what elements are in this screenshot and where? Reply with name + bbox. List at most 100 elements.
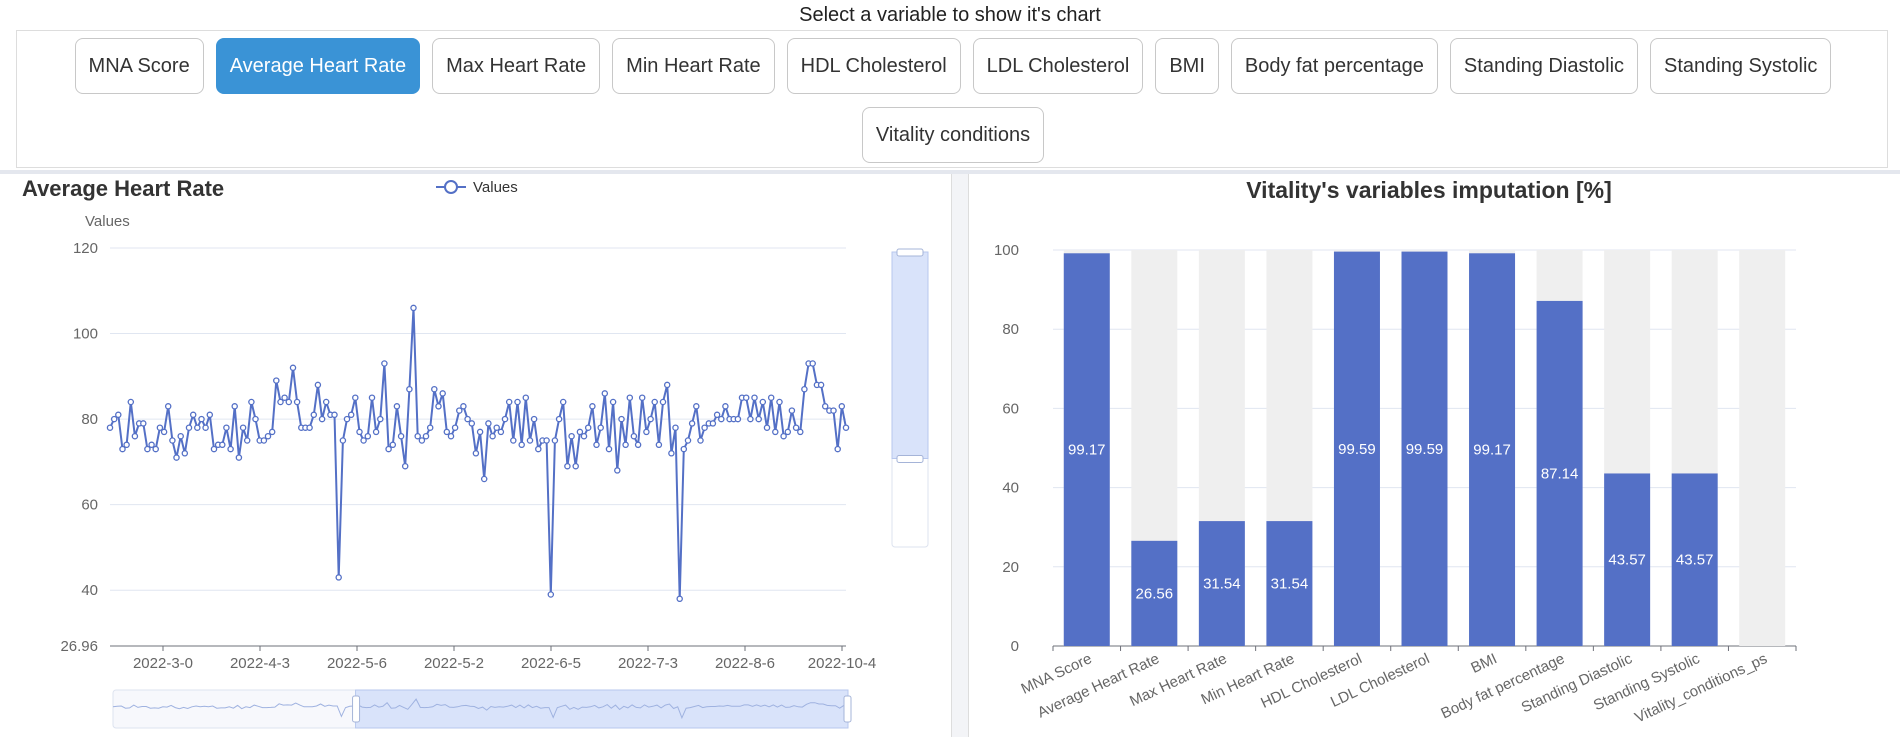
data-point[interactable] bbox=[418, 437, 426, 444]
horizontal-slider-handle-left[interactable] bbox=[352, 695, 361, 723]
data-point[interactable] bbox=[668, 450, 675, 457]
data-point[interactable] bbox=[618, 415, 625, 423]
data-point[interactable] bbox=[559, 398, 567, 406]
data-point[interactable] bbox=[140, 420, 147, 427]
data-point[interactable] bbox=[480, 475, 488, 483]
data-point[interactable] bbox=[638, 394, 646, 401]
data-point[interactable] bbox=[231, 403, 238, 410]
data-point[interactable] bbox=[684, 437, 692, 444]
data-point[interactable] bbox=[273, 377, 280, 384]
data-point[interactable] bbox=[426, 424, 434, 431]
data-point[interactable] bbox=[169, 437, 176, 444]
vertical-slider-handle-bottom[interactable] bbox=[896, 455, 924, 463]
horizontal-datazoom-slider[interactable] bbox=[112, 689, 852, 729]
data-point[interactable] bbox=[206, 411, 214, 419]
data-point[interactable] bbox=[468, 420, 476, 427]
data-point[interactable] bbox=[160, 428, 168, 436]
data-point[interactable] bbox=[364, 432, 372, 440]
data-point[interactable] bbox=[693, 403, 700, 410]
data-point[interactable] bbox=[605, 445, 613, 453]
data-point[interactable] bbox=[755, 415, 762, 423]
data-point[interactable] bbox=[622, 441, 629, 449]
vitality-conditions-button[interactable]: Vitality conditions bbox=[861, 107, 1045, 163]
data-point[interactable] bbox=[809, 360, 816, 367]
data-point[interactable] bbox=[772, 428, 779, 436]
data-point[interactable] bbox=[697, 437, 704, 444]
data-point[interactable] bbox=[356, 428, 363, 436]
data-point[interactable] bbox=[310, 411, 318, 419]
data-point[interactable] bbox=[401, 462, 409, 470]
data-point[interactable] bbox=[181, 450, 189, 457]
data-point[interactable] bbox=[497, 428, 505, 436]
data-point[interactable] bbox=[767, 394, 775, 401]
data-point[interactable] bbox=[643, 428, 650, 436]
data-point[interactable] bbox=[410, 304, 417, 312]
data-point[interactable] bbox=[485, 420, 492, 427]
data-point[interactable] bbox=[227, 445, 234, 453]
data-point[interactable] bbox=[838, 403, 846, 410]
data-point[interactable] bbox=[464, 415, 471, 423]
data-point[interactable] bbox=[277, 398, 284, 406]
data-point[interactable] bbox=[289, 364, 297, 372]
data-point[interactable] bbox=[688, 420, 696, 427]
data-point[interactable] bbox=[443, 428, 451, 436]
data-point[interactable] bbox=[601, 390, 609, 397]
mna-score-button[interactable]: MNA Score bbox=[74, 38, 204, 94]
data-point[interactable] bbox=[780, 432, 787, 440]
data-point[interactable] bbox=[156, 424, 164, 431]
data-point[interactable] bbox=[522, 394, 530, 401]
data-point[interactable] bbox=[360, 437, 367, 444]
data-point[interactable] bbox=[435, 403, 442, 410]
data-point[interactable] bbox=[422, 432, 430, 440]
data-point[interactable] bbox=[343, 415, 351, 423]
data-point[interactable] bbox=[672, 424, 679, 431]
data-point[interactable] bbox=[584, 424, 592, 431]
data-point[interactable] bbox=[821, 403, 829, 410]
data-point[interactable] bbox=[547, 591, 555, 598]
data-point[interactable] bbox=[223, 424, 230, 431]
data-point[interactable] bbox=[293, 398, 301, 406]
data-point[interactable] bbox=[115, 411, 122, 419]
data-point[interactable] bbox=[476, 428, 484, 436]
data-point[interactable] bbox=[393, 403, 401, 410]
data-point[interactable] bbox=[339, 437, 347, 444]
data-point[interactable] bbox=[580, 432, 588, 440]
data-point[interactable] bbox=[501, 415, 509, 423]
data-point[interactable] bbox=[144, 445, 151, 453]
data-point[interactable] bbox=[797, 428, 804, 436]
data-point[interactable] bbox=[439, 390, 446, 397]
data-point[interactable] bbox=[634, 441, 642, 449]
data-point[interactable] bbox=[198, 415, 205, 423]
data-point[interactable] bbox=[447, 432, 455, 440]
data-point[interactable] bbox=[385, 445, 392, 453]
data-point[interactable] bbox=[626, 394, 634, 401]
data-point[interactable] bbox=[830, 407, 837, 414]
data-point[interactable] bbox=[177, 432, 184, 440]
max-heart-rate-button[interactable]: Max Heart Rate bbox=[432, 38, 601, 94]
data-point[interactable] bbox=[518, 441, 525, 449]
data-point[interactable] bbox=[235, 454, 243, 461]
data-point[interactable] bbox=[759, 398, 767, 406]
data-point[interactable] bbox=[318, 415, 326, 423]
data-point[interactable] bbox=[489, 432, 496, 440]
data-point[interactable] bbox=[788, 407, 796, 414]
data-point[interactable] bbox=[647, 415, 654, 423]
data-point[interactable] bbox=[505, 398, 513, 406]
data-point[interactable] bbox=[526, 437, 534, 444]
data-point[interactable] bbox=[530, 415, 538, 423]
data-point[interactable] bbox=[472, 450, 480, 457]
data-point[interactable] bbox=[680, 445, 688, 453]
data-point[interactable] bbox=[576, 428, 584, 436]
data-point[interactable] bbox=[564, 462, 571, 470]
data-point[interactable] bbox=[243, 437, 251, 444]
data-point[interactable] bbox=[676, 595, 683, 603]
data-point[interactable] bbox=[322, 398, 330, 406]
data-point[interactable] bbox=[701, 424, 708, 431]
data-point[interactable] bbox=[763, 424, 771, 431]
bmi-button[interactable]: BMI bbox=[1155, 38, 1219, 94]
data-point[interactable] bbox=[119, 445, 126, 453]
data-point[interactable] bbox=[219, 441, 226, 449]
data-point[interactable] bbox=[406, 385, 413, 393]
data-point[interactable] bbox=[164, 403, 172, 410]
data-point[interactable] bbox=[722, 403, 729, 410]
